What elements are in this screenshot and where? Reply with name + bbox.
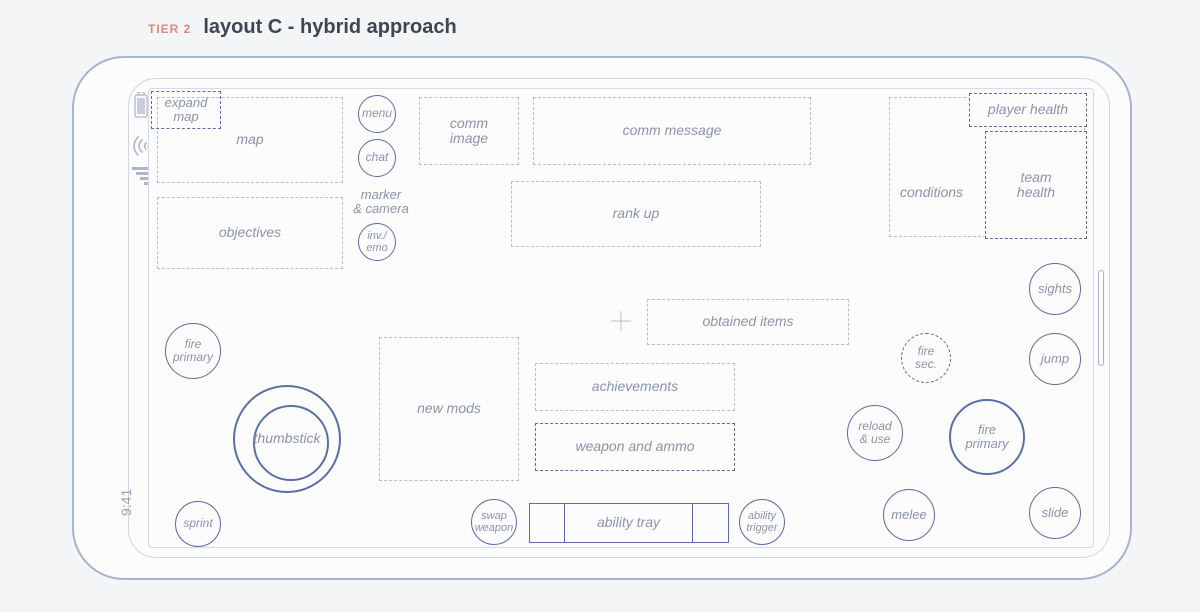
zone-obtained-items-label: obtained items — [702, 314, 793, 329]
zone-menu-label: menu — [362, 107, 392, 120]
screen: map expand map objectives menu chat mark… — [148, 88, 1094, 548]
zone-achievements-label: achievements — [592, 379, 678, 394]
layout-title: layout C - hybrid approach — [203, 16, 456, 39]
zone-inv-emo[interactable]: inv./ emo — [358, 223, 396, 261]
zone-slide-label: slide — [1042, 506, 1069, 520]
zone-objectives[interactable]: objectives — [157, 197, 343, 269]
zone-sights[interactable]: sights — [1029, 263, 1081, 315]
zone-achievements: achievements — [535, 363, 735, 411]
page-header: TIER 2 layout C - hybrid approach — [148, 16, 457, 39]
zone-jump[interactable]: jump — [1029, 333, 1081, 385]
zone-conditions-label: conditions — [900, 185, 963, 200]
zone-rank-up: rank up — [511, 181, 761, 247]
zone-ability-trigger-label: ability trigger — [746, 510, 777, 534]
tier-label: TIER 2 — [148, 22, 191, 36]
zone-reload-use-label: reload & use — [858, 420, 891, 446]
zone-inv-emo-label: inv./ emo — [366, 230, 387, 254]
zone-menu[interactable]: menu — [358, 95, 396, 133]
zone-fire-secondary-label: fire sec. — [915, 345, 937, 371]
zone-ability-tray[interactable]: ability tray — [529, 503, 729, 543]
zone-map-label: map — [236, 132, 263, 147]
zone-thumbstick-label: thumbstick — [254, 431, 321, 446]
zone-comm-message: comm message — [533, 97, 811, 165]
zone-sprint-label: sprint — [183, 517, 212, 530]
zone-expand-map-label: expand map — [165, 96, 208, 125]
zone-fire-primary-right-label: fire primary — [965, 423, 1008, 452]
phone-frame-outer: 9:41 map expand map objectives menu chat… — [72, 56, 1132, 580]
zone-rank-up-label: rank up — [613, 206, 660, 221]
zone-sprint[interactable]: sprint — [175, 501, 221, 547]
zone-chat[interactable]: chat — [358, 139, 396, 177]
zone-fire-primary-left[interactable]: fire primary — [165, 323, 221, 379]
zone-player-health-label: player health — [988, 102, 1068, 117]
zone-player-health: player health — [969, 93, 1087, 127]
zone-slide[interactable]: slide — [1029, 487, 1081, 539]
zone-swap-weapon[interactable]: swap weapon — [471, 499, 517, 545]
zone-melee-label: melee — [891, 508, 926, 522]
crosshair-icon — [611, 311, 631, 331]
zone-weapon-ammo[interactable]: weapon and ammo — [535, 423, 735, 471]
zone-ability-trigger[interactable]: ability trigger — [739, 499, 785, 545]
zone-weapon-ammo-label: weapon and ammo — [575, 439, 694, 454]
zone-new-mods: new mods — [379, 337, 519, 481]
zone-thumbstick[interactable]: thumbstick — [233, 385, 341, 493]
zone-fire-secondary[interactable]: fire sec. — [901, 333, 951, 383]
zone-team-health: team health — [985, 131, 1087, 239]
zone-swap-weapon-label: swap weapon — [475, 510, 514, 534]
zone-team-health-label: team health — [1017, 170, 1055, 201]
zone-marker-camera-label: marker & camera — [353, 188, 409, 217]
zone-comm-image-label: comm image — [450, 116, 488, 147]
zone-obtained-items: obtained items — [647, 299, 849, 345]
home-button[interactable] — [1098, 270, 1104, 366]
zone-comm-image: comm image — [419, 97, 519, 165]
zone-fire-primary-right[interactable]: fire primary — [949, 399, 1025, 475]
clock: 9:41 — [118, 489, 134, 516]
zone-expand-map[interactable]: expand map — [151, 91, 221, 129]
zone-reload-use[interactable]: reload & use — [847, 405, 903, 461]
zone-fire-primary-left-label: fire primary — [173, 338, 213, 364]
zone-sights-label: sights — [1038, 282, 1072, 296]
zone-chat-label: chat — [366, 151, 389, 164]
zone-marker-camera: marker & camera — [345, 185, 417, 219]
zone-new-mods-label: new mods — [417, 401, 481, 416]
zone-objectives-label: objectives — [219, 225, 281, 240]
zone-comm-message-label: comm message — [623, 123, 722, 138]
zone-ability-tray-label: ability tray — [597, 515, 660, 530]
zone-jump-label: jump — [1041, 352, 1069, 366]
zone-melee[interactable]: melee — [883, 489, 935, 541]
